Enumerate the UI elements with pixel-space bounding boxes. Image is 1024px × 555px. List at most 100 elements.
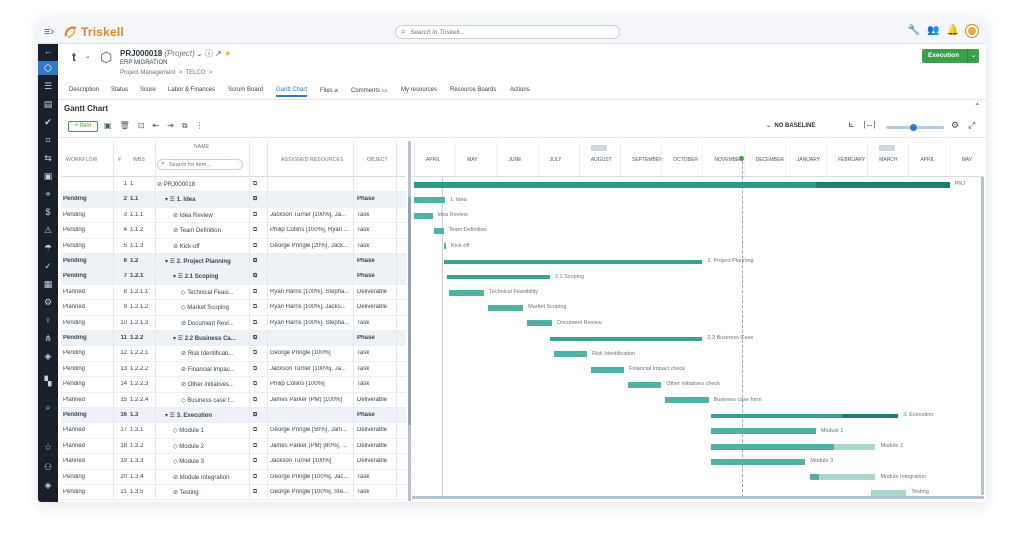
tab-description[interactable]: Description [69,87,99,93]
status-button[interactable]: Execution ⌄ [922,49,979,63]
cell-name[interactable]: ◇ Module 3 [173,458,249,465]
gantt-bar[interactable] [527,320,553,327]
gantt-bar[interactable] [433,227,444,234]
grid-search-input[interactable] [169,161,239,169]
info-icon[interactable]: ⓘ [205,49,213,58]
gantt-bar[interactable] [414,197,445,204]
check-circle-icon[interactable]: ✓ [38,259,58,273]
gantt-bar[interactable] [449,289,485,296]
bulb-icon[interactable]: ♀ [38,313,58,327]
outdent-icon[interactable]: ⇤ [152,121,159,131]
row-open-icon[interactable]: ⧉ [253,181,257,188]
col-num[interactable]: # [118,157,121,163]
row-open-icon[interactable]: ⧉ [253,320,257,327]
gantt-bar[interactable] [871,489,907,496]
cell-name[interactable]: ◇ Market Scoping [181,304,249,311]
cell-name[interactable]: ▾ ☰ 3. Execution [165,412,249,419]
cell-name[interactable]: ▾ ☰ 1. Idea [165,196,249,203]
user-avatar[interactable] [966,25,978,37]
row-open-icon[interactable]: ⧉ [253,350,257,357]
gantt-bar[interactable] [710,458,806,465]
hierarchy-icon[interactable]: ⋔ [38,331,58,345]
row-open-icon[interactable]: ⧉ [253,304,257,311]
row-open-icon[interactable]: ⧉ [253,443,257,450]
cell-name[interactable]: ⊘ Risk Identificati... [181,350,249,357]
col-workflow[interactable]: WORKFLOW [66,157,98,163]
cell-name[interactable]: ⊘ Other initiatives... [181,381,249,388]
rail-search-icon[interactable]: ⌕ [38,400,58,414]
wrench-icon[interactable]: 🔧 [908,25,920,37]
tab-score[interactable]: Score [140,87,156,93]
star-icon[interactable]: ☆ [38,440,58,454]
gantt-bar[interactable] [710,428,816,435]
tab-resource-boards[interactable]: Resource Boards [450,87,496,93]
indent-icon[interactable]: ⇥ [167,121,174,131]
cell-name[interactable]: ◇ Business case f... [181,397,249,404]
location-icon[interactable]: ⌖ [38,187,58,201]
map-icon[interactable]: ▤ [38,97,58,111]
cell-name[interactable]: ⊘ Document Revi... [181,320,249,327]
bell-icon[interactable]: 🔔 [947,25,959,37]
global-search-input[interactable] [410,27,610,37]
chevron-down-icon[interactable]: ⌄ [85,52,91,60]
gantt-bar[interactable] [710,413,899,418]
favorite-star-icon[interactable]: ★ [224,49,231,58]
gantt-bar[interactable] [549,336,703,341]
box-icon[interactable]: ◈ [38,478,58,492]
row-open-icon[interactable]: ⧉ [253,289,257,296]
external-link-icon[interactable]: ↗ [215,49,222,58]
users-icon[interactable]: 👥 [927,25,939,37]
tab-comments[interactable]: Comments ▭ [351,87,387,94]
zoom-slider-handle[interactable] [910,124,917,131]
col-wbs[interactable]: WBS [133,157,145,163]
gear-icon[interactable]: ⚙ [951,120,959,131]
row-open-icon[interactable]: ⧉ [253,489,257,496]
row-open-icon[interactable]: ⧉ [253,458,257,465]
frame-icon[interactable]: ⌗ [38,133,58,147]
row-open-icon[interactable]: ⧉ [253,227,257,234]
zoom-fit-icon[interactable]: |↔| [864,120,876,129]
gantt-bar[interactable] [414,212,433,219]
add-item-button[interactable]: + Item [68,121,98,132]
dollar-icon[interactable]: $ [38,205,58,219]
col-resources[interactable]: ASSIGNED RESOURCES [281,157,344,163]
row-open-icon[interactable]: ⧉ [253,381,257,388]
checks-icon[interactable]: ✔ [38,115,58,129]
row-open-icon[interactable]: ⧉ [253,335,257,342]
critical-path-icon[interactable]: ⊾ [848,120,855,129]
gantt-bar[interactable] [488,304,524,311]
cell-name[interactable]: ▾ ☰ 2. Project Planning [165,258,249,265]
row-open-icon[interactable]: ⧉ [253,474,257,481]
gear-cube-icon[interactable]: ⚙ [38,295,58,309]
cell-name[interactable]: ⊘ Financial Impac... [181,366,249,373]
row-open-icon[interactable]: ⧉ [253,412,257,419]
row-open-icon[interactable]: ⧉ [253,397,257,404]
gantt-vertical-scrollbar[interactable] [981,177,984,495]
tab-files[interactable]: Files ⌀ [320,87,338,94]
tab-scrum-board[interactable]: Scrum Board [228,87,263,93]
row-open-icon[interactable]: ⧉ [253,212,257,219]
cell-name[interactable]: ◇ Technical Feasi... [181,289,249,296]
gantt-bar[interactable] [414,181,950,188]
stop-icon[interactable]: ⊡ [138,121,145,131]
umbrella-icon[interactable]: ☂ [38,241,58,255]
list-icon[interactable]: ☰ [38,79,58,93]
cell-name[interactable]: ▾ ☰ 2.2 Business Ca... [173,335,249,342]
cell-name[interactable]: ⊘ Team Definition [173,227,249,234]
cell-name[interactable]: ⊘ PRJ000018 [157,181,249,188]
cell-name[interactable]: ◇ Module 2 [173,443,249,450]
save-icon[interactable]: ▣ [104,121,112,131]
calendar-icon[interactable]: ▣ [38,169,58,183]
gantt-bar[interactable] [710,443,876,450]
tab-labor-finances[interactable]: Labor & Finances [168,87,215,93]
cell-name[interactable]: ⊘ Idea Review [173,212,249,219]
cube-icon[interactable]: ◈ [38,349,58,363]
col-object[interactable]: OBJECT [367,157,388,163]
cell-name[interactable]: ◇ Module 1 [173,427,249,434]
tab-actions[interactable]: Actions [510,87,530,93]
back-arrow-icon[interactable]: ← [38,44,58,58]
cell-name[interactable]: ▾ ☰ 2.1 Scoping [173,273,249,280]
row-open-icon[interactable]: ⧉ [253,273,257,280]
gantt-bar[interactable] [809,474,876,481]
gantt-bar[interactable] [628,381,662,388]
